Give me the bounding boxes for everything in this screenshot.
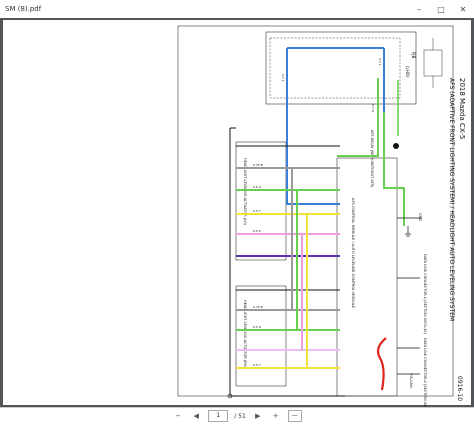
wire-code-label: 0.75 B [253,163,263,167]
wire-code-label: 0.5 Y [253,209,261,213]
dlc-label-2: DATA LINK CONNECTOR-2 (SECTION 0003-10) [423,338,427,407]
wire-code-label: 0.75 B [253,305,263,309]
wire-code-label: 0.5 G [253,325,262,329]
window-controls: – □ ✕ [408,0,474,18]
minimize-button[interactable]: – [408,0,430,18]
dlc-label: DATA LINK CONNECTOR-2 (SECTION 0003-10) [423,254,427,335]
afs-module-label: AFS CONTROL MODULE / AUTO LEVELING CONTR… [351,198,355,309]
next-page-icon[interactable]: ▶ [252,410,264,422]
pdf-toolbar: − ◀ 1 / 51 ▶ + — [0,407,474,424]
zoom-level[interactable]: — [287,410,302,422]
wire-code-label: 0.5 L [378,58,382,66]
diagram-code: 0916-10 [456,376,463,401]
diagram-model: 2018 Mazda CX-5 [458,78,466,139]
maximize-button[interactable]: □ [430,0,452,18]
window-title: SM (8).pdf [5,5,42,13]
window-titlebar: SM (8).pdf – □ ✕ [0,0,474,19]
pjb-label: PJB [411,52,416,59]
prev-page-icon[interactable]: ◀ [190,410,202,422]
gnd-label: GND [418,213,422,221]
pdf-page [3,20,471,405]
wire-code-label: 0.5 Y [253,363,261,367]
close-button[interactable]: ✕ [452,0,474,18]
wire-code-label: 0.5 P [253,229,261,233]
zoom-out-button[interactable]: − [172,410,184,422]
diagram-system-title: AFS (ADAPTIVE FRONT LIGHTING SYSTEM) / H… [448,78,455,321]
zoom-in-button[interactable]: + [270,410,282,422]
page-total: / 51 [234,412,246,420]
wire-code-label: 0.5 L [281,74,285,82]
wire-code-label: 0.5 G [371,104,375,113]
hs-can-label: HS-CAN [409,374,413,388]
relay-symbol [393,143,399,149]
relay-label: AFS RELAY (WITH/WITHOUT AFS) [370,130,374,188]
pdf-viewer[interactable]: 2018 Mazda CX-5 AFS (ADAPTIVE FRONT LIGH… [0,18,474,407]
page-number-input[interactable]: 1 [208,410,229,422]
wire-code-label: 0.5 G [253,185,262,189]
wiring-diagram: 2018 Mazda CX-5 AFS (ADAPTIVE FRONT LIGH… [3,20,471,407]
fuse-label: (LHD) [405,66,410,78]
